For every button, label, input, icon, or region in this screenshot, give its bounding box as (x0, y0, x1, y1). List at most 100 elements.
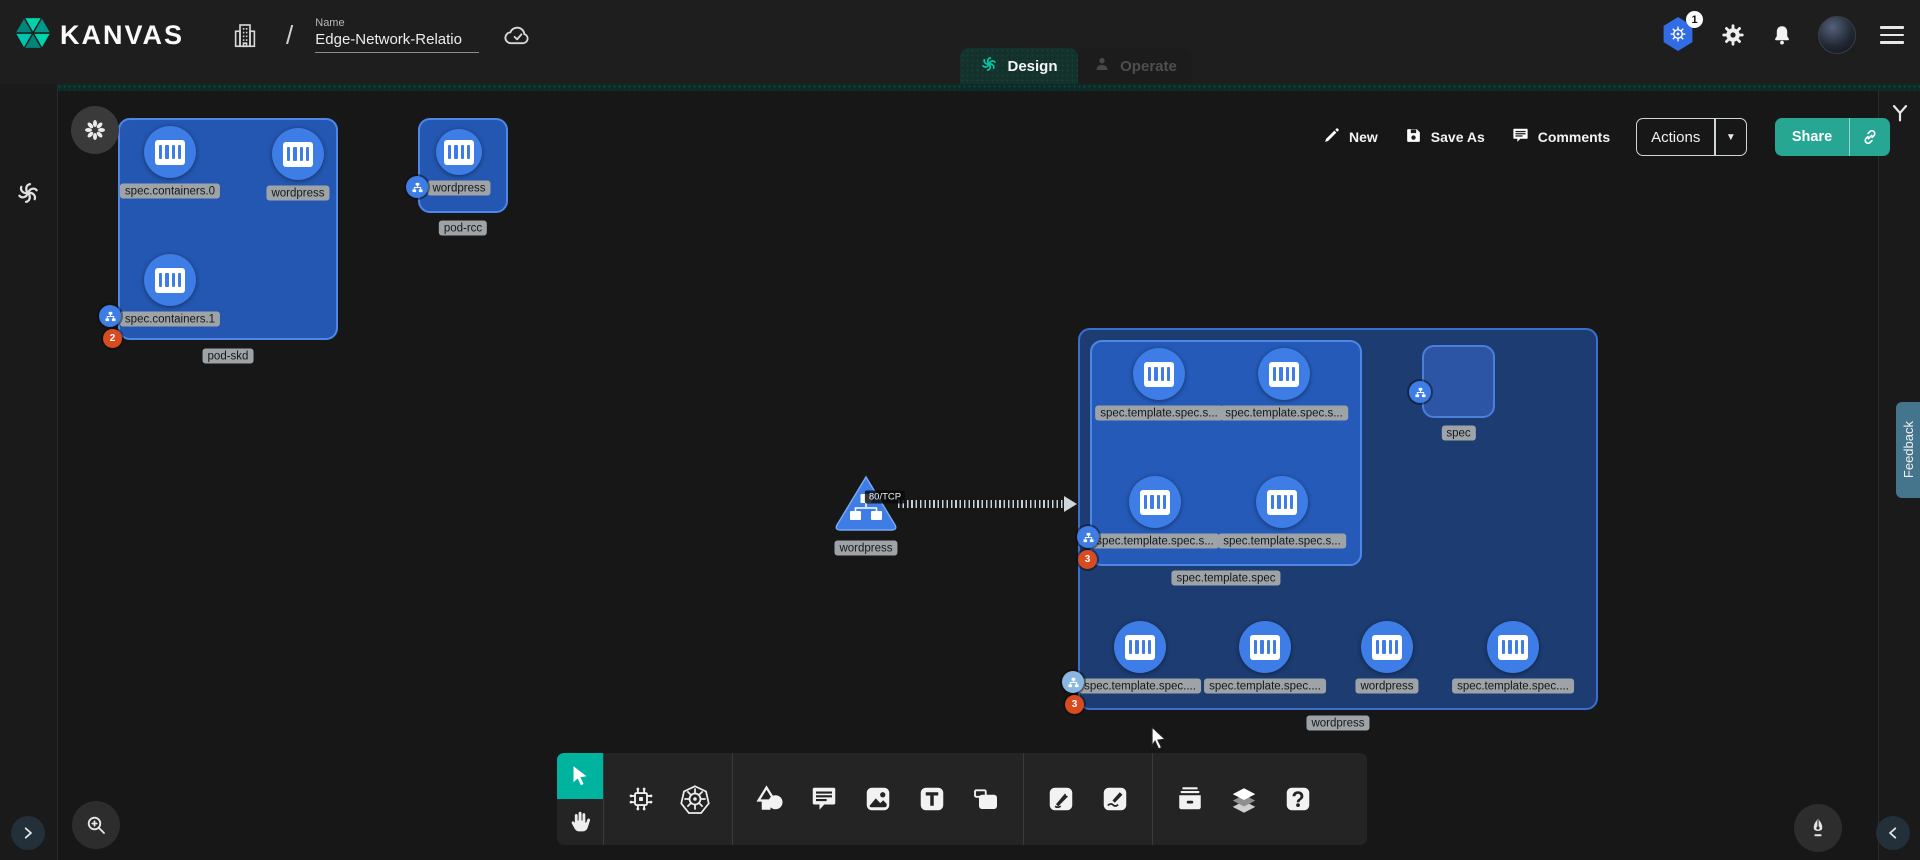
network-badge[interactable] (1409, 381, 1431, 403)
container-node[interactable] (1114, 621, 1166, 673)
container-node-label: spec.containers.0 (120, 184, 220, 199)
comments-label: Comments (1538, 129, 1610, 145)
kubernetes-tool[interactable] (673, 777, 717, 821)
save-as-label: Save As (1431, 129, 1485, 145)
container-node-label: spec.template.spec.s... (1220, 406, 1348, 421)
network-badge[interactable] (99, 305, 121, 327)
container-node-label: wordpress (427, 181, 490, 196)
edge-arrowhead-icon (1064, 496, 1077, 512)
copy-link-icon[interactable] (1850, 118, 1890, 156)
network-badge[interactable] (1077, 526, 1099, 548)
node-tool[interactable] (964, 777, 1008, 821)
toolbar-group (604, 753, 732, 845)
container-icon (1140, 490, 1170, 515)
container-node[interactable] (436, 129, 482, 175)
service-node-label: wordpress (834, 541, 897, 556)
container-node[interactable] (1133, 348, 1185, 400)
pan-tool[interactable] (557, 799, 603, 845)
comment-tool[interactable] (802, 777, 846, 821)
comment-icon (1511, 126, 1530, 148)
drawer-tool[interactable] (1168, 777, 1212, 821)
spec-node[interactable] (1422, 345, 1495, 418)
tab-operate-label: Operate (1120, 58, 1177, 75)
wordpress-deployment-group-label: wordpress (1306, 716, 1369, 731)
chevron-down-icon[interactable]: ▼ (1716, 119, 1746, 155)
app-header: KANVAS / Name (0, 0, 1920, 84)
pen-tool[interactable] (1039, 777, 1083, 821)
count-badge[interactable]: 2 (103, 329, 122, 348)
container-icon (1125, 635, 1155, 660)
tab-operate[interactable]: Operate (1078, 48, 1192, 84)
pencil-icon (1322, 126, 1341, 148)
help-tool[interactable] (1276, 777, 1320, 821)
count-badge[interactable]: 3 (1065, 695, 1084, 714)
container-node[interactable] (1239, 621, 1291, 673)
context-count-badge: 1 (1686, 11, 1703, 28)
expand-left-panel-button[interactable] (11, 816, 45, 850)
collapse-right-panel-button[interactable] (1876, 816, 1910, 850)
container-node[interactable] (1256, 476, 1308, 528)
dock-toggle-icon[interactable] (1889, 102, 1911, 124)
pen-nib-button[interactable] (1794, 804, 1842, 852)
container-icon (1498, 635, 1528, 660)
service-edge[interactable] (898, 500, 1064, 508)
container-node[interactable] (272, 128, 324, 180)
notifications-bell-icon[interactable] (1770, 22, 1794, 48)
network-badge[interactable] (406, 176, 428, 198)
container-node[interactable] (1361, 621, 1413, 673)
container-icon (1250, 635, 1280, 660)
container-node-label: spec.template.spec.... (1452, 679, 1574, 694)
container-icon (1267, 490, 1297, 515)
left-dock-rail (0, 84, 58, 860)
shapes-tool[interactable] (748, 777, 792, 821)
new-button[interactable]: New (1322, 126, 1378, 148)
save-as-button[interactable]: Save As (1404, 126, 1485, 148)
design-name-field: Name (315, 17, 479, 53)
kanvas-spiral-icon[interactable] (15, 180, 41, 206)
hamburger-menu-icon[interactable] (1880, 26, 1904, 44)
text-tool[interactable] (910, 777, 954, 821)
spec-node-label: spec (1441, 426, 1475, 441)
zoom-search-button[interactable] (72, 801, 120, 849)
image-tool[interactable] (856, 777, 900, 821)
container-node-label: spec.containers.1 (120, 312, 220, 327)
container-node[interactable] (1258, 348, 1310, 400)
flower-action-button[interactable] (71, 106, 119, 154)
design-name-input[interactable] (315, 31, 479, 53)
network-badge[interactable] (1062, 671, 1084, 693)
actions-split-button[interactable]: Actions ▼ (1636, 118, 1747, 156)
mode-tabs: Design Operate (960, 48, 1192, 84)
comments-button[interactable]: Comments (1511, 126, 1610, 148)
toolbar-primary-column (557, 753, 603, 845)
select-tool[interactable] (557, 753, 603, 799)
toolbar-group (733, 753, 1023, 845)
container-node[interactable] (1487, 621, 1539, 673)
kanvas-logo[interactable]: KANVAS (14, 14, 184, 57)
container-icon (155, 268, 185, 293)
container-node-label: wordpress (1355, 679, 1418, 694)
sketch-tool[interactable] (1093, 777, 1137, 821)
container-node[interactable] (144, 254, 196, 306)
share-label: Share (1775, 118, 1849, 156)
container-node-label: spec.template.spec.s... (1095, 406, 1223, 421)
share-split-button[interactable]: Share (1775, 118, 1890, 156)
edge-port-label: 80/TCP (865, 491, 905, 504)
service-node[interactable] (833, 473, 899, 538)
container-icon (155, 140, 185, 165)
kubernetes-context-switcher[interactable]: 1 (1662, 17, 1696, 53)
settings-gear-icon[interactable] (1720, 22, 1746, 48)
user-avatar[interactable] (1818, 16, 1856, 54)
layers-tool[interactable] (1222, 777, 1266, 821)
design-name-label: Name (315, 17, 479, 29)
spec-template-spec-group[interactable] (1090, 340, 1362, 566)
component-tool[interactable] (619, 777, 663, 821)
container-node[interactable] (144, 126, 196, 178)
container-node-label: spec.template.spec.s... (1091, 534, 1219, 549)
container-node[interactable] (1129, 476, 1181, 528)
count-badge[interactable]: 3 (1078, 550, 1097, 569)
container-icon (444, 140, 474, 165)
tab-design[interactable]: Design (960, 48, 1078, 84)
feedback-tab[interactable]: Feedback (1896, 402, 1920, 498)
pod-skd-group-label: pod-skd (203, 349, 254, 364)
organization-icon[interactable] (230, 19, 260, 51)
